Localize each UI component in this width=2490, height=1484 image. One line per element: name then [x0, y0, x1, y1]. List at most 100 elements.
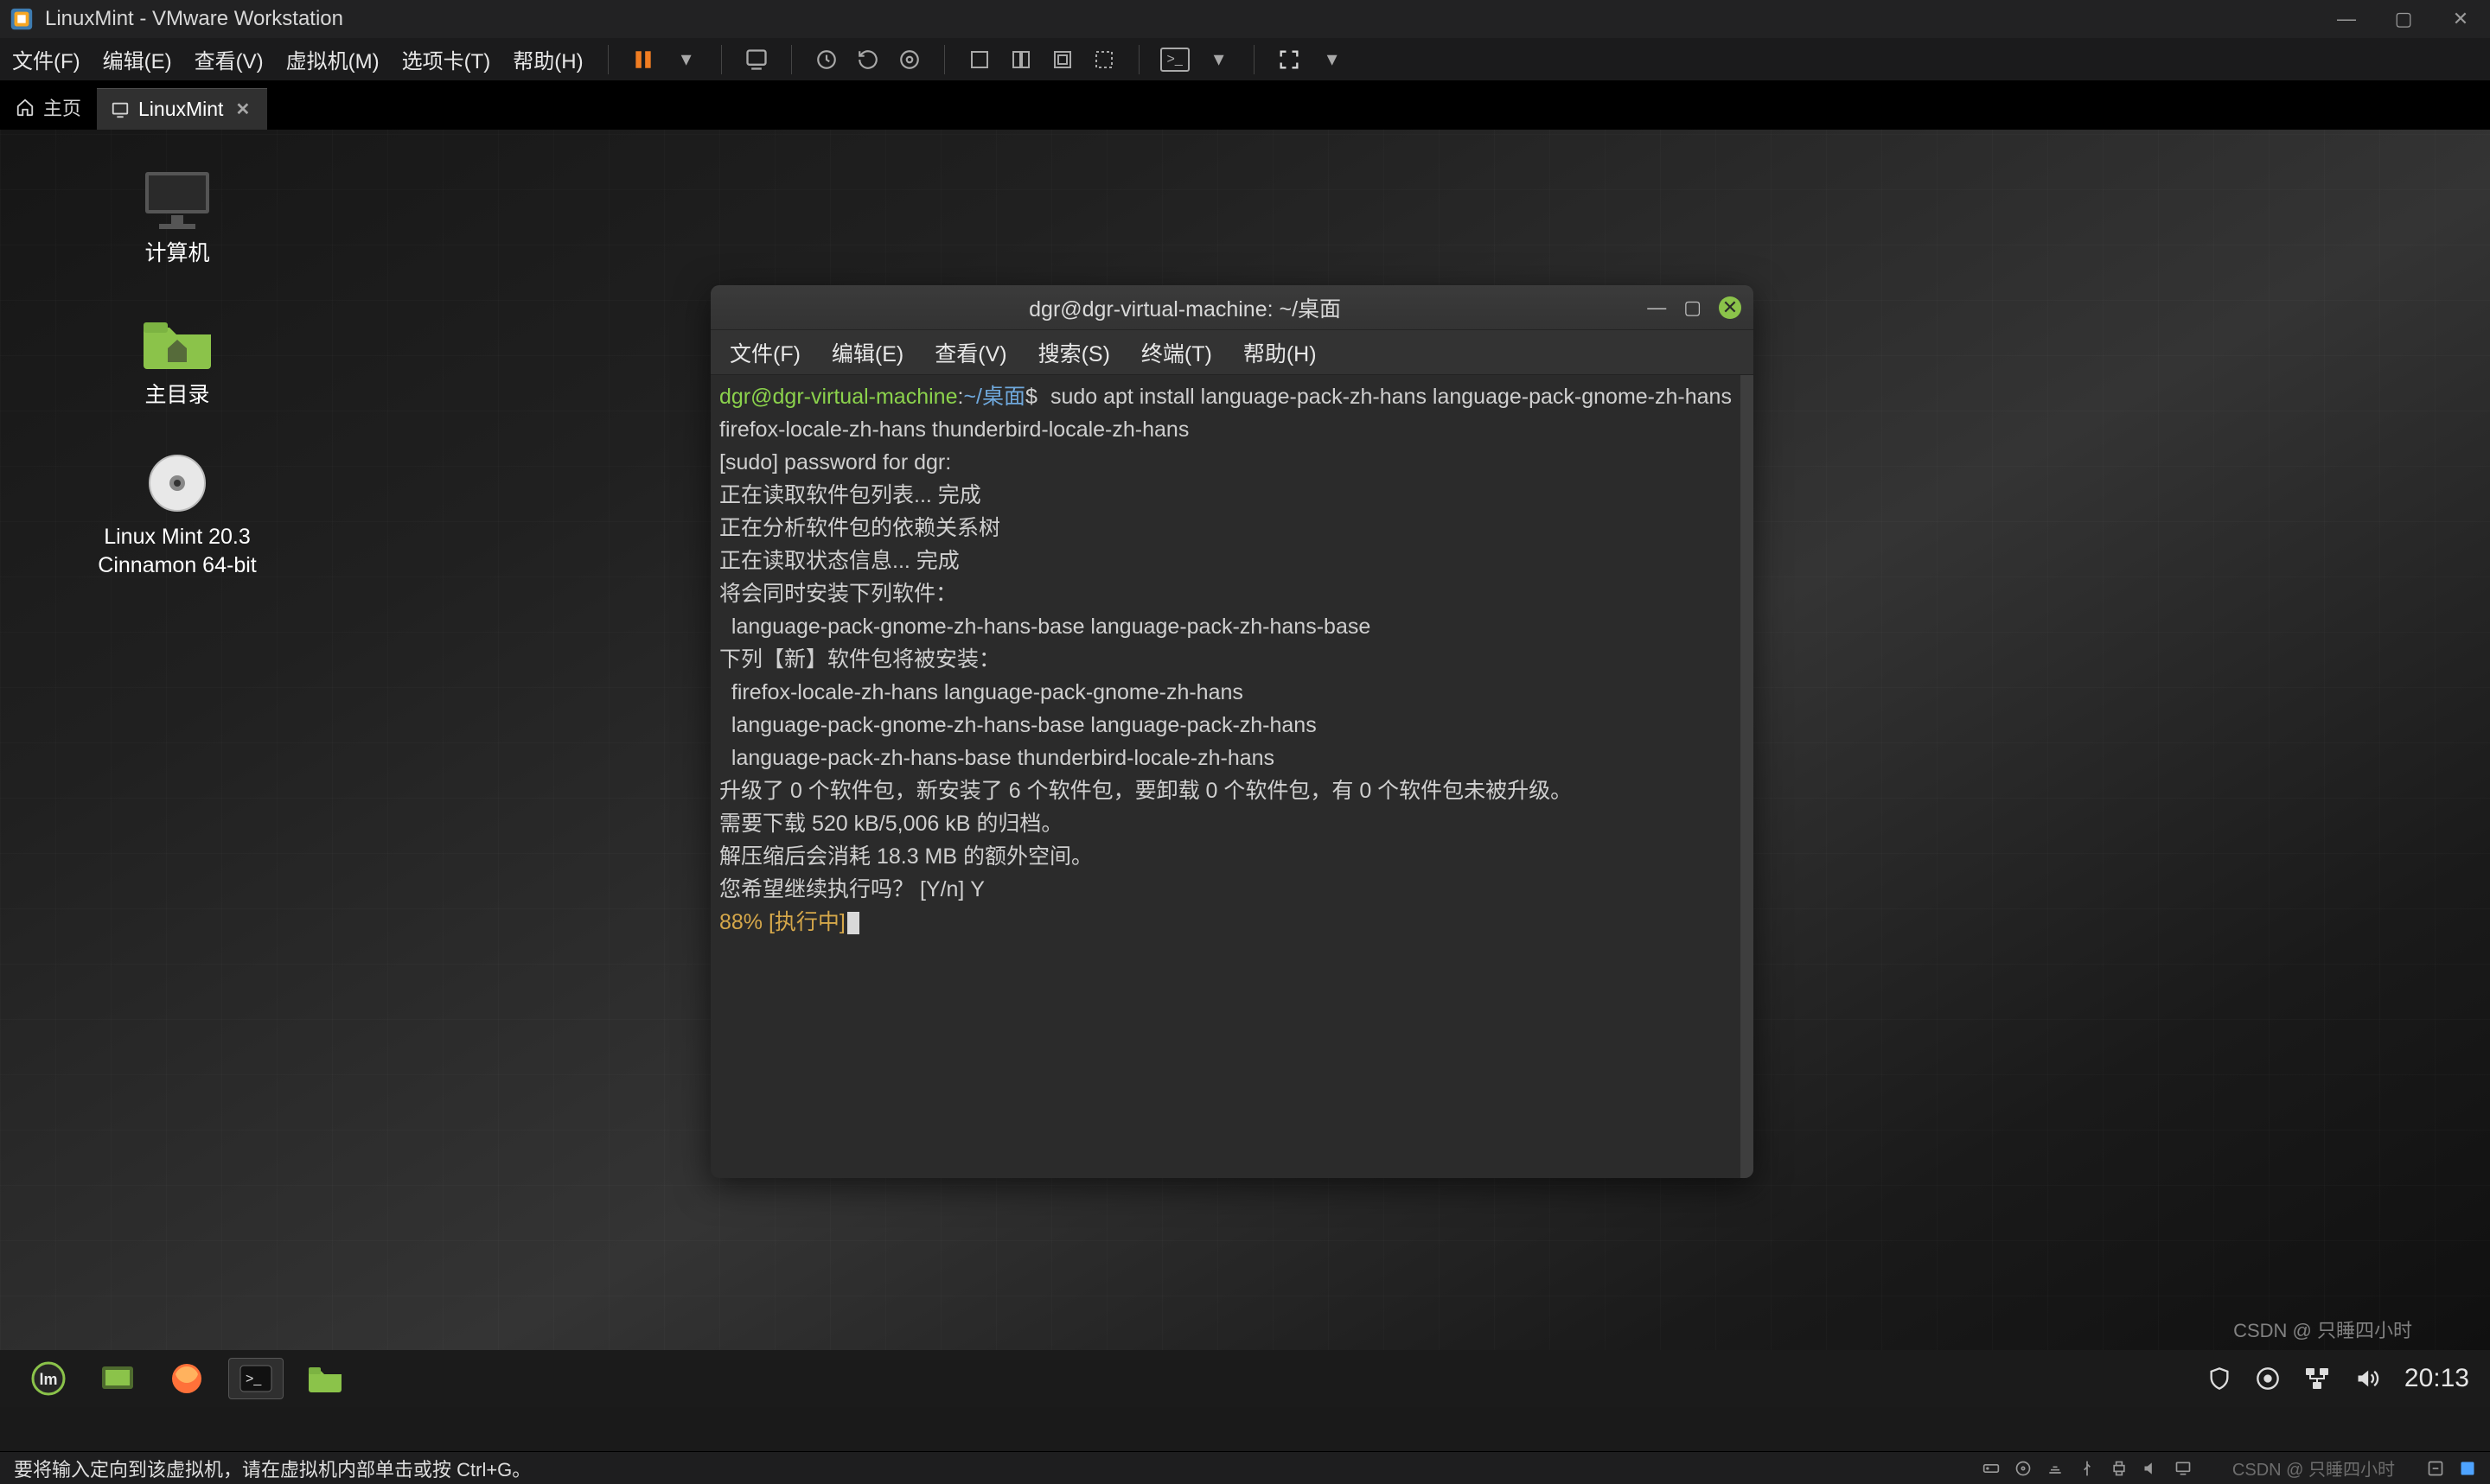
terminal-title: dgr@dgr-virtual-machine: ~/桌面: [723, 292, 1647, 323]
term-line-new-p2: language-pack-gnome-zh-hans-base languag…: [719, 713, 1317, 737]
vm-tab-icon: [111, 100, 130, 119]
vmware-status-watermark: CSDN @ 只睡四小时: [2232, 1455, 2395, 1481]
term-line-extra-pkgs: language-pack-gnome-zh-hans-base languag…: [719, 615, 1370, 639]
term-line-sudo: [sudo] password for dgr:: [719, 450, 951, 474]
menu-help[interactable]: 帮助(H): [509, 42, 586, 76]
tray-clock[interactable]: 20:13: [2404, 1364, 2469, 1393]
term-line-read2: 正在分析软件包的依赖关系树: [719, 516, 1000, 540]
send-cad-icon[interactable]: [743, 46, 770, 73]
term-line-read1: 正在读取软件包列表... 完成: [719, 483, 981, 507]
term-menu-view[interactable]: 查看(V): [935, 337, 1006, 368]
tab-home-label: 主页: [43, 93, 81, 121]
tray-shield-icon[interactable]: [2207, 1366, 2231, 1391]
term-line-upg: 升级了 0 个软件包，新安装了 6 个软件包，要卸载 0 个软件包，有 0 个软…: [719, 779, 1572, 803]
dropdown-icon[interactable]: ▾: [1205, 46, 1233, 73]
panel-show-desktop[interactable]: [90, 1358, 145, 1399]
home-icon: [16, 98, 35, 117]
panel-firefox[interactable]: [159, 1358, 214, 1399]
device-cd-icon[interactable]: [2014, 1460, 2032, 1477]
tab-close-icon[interactable]: ✕: [235, 99, 250, 120]
window-minimize-icon[interactable]: —: [2334, 8, 2359, 30]
menu-edit[interactable]: 编辑(E): [99, 42, 176, 76]
fullscreen-icon[interactable]: [1275, 46, 1303, 73]
term-line-extra-hdr: 将会同时安装下列软件：: [719, 582, 957, 606]
panel-terminal[interactable]: >_: [228, 1358, 284, 1399]
term-line-dl: 需要下载 520 kB/5,006 kB 的归档。: [719, 812, 1063, 836]
window-close-icon[interactable]: ✕: [2448, 8, 2473, 30]
desktop-icon-computer[interactable]: 计算机: [78, 169, 277, 269]
vmware-logo-icon: [9, 6, 35, 32]
separator: [608, 45, 609, 74]
view-multi-icon[interactable]: [1007, 46, 1035, 73]
desktop-icon-iso-label-1: Linux Mint 20.3: [98, 523, 256, 552]
separator: [944, 45, 945, 74]
dropdown-icon[interactable]: ▾: [673, 46, 700, 73]
menu-tabs[interactable]: 选项卡(T): [399, 42, 495, 76]
vmware-titlebar: LinuxMint - VMware Workstation — ▢ ✕: [0, 0, 2490, 38]
status-fullscreen-icon[interactable]: [2459, 1460, 2476, 1477]
term-menu-file[interactable]: 文件(F): [730, 337, 801, 368]
desktop-icon-home[interactable]: 主目录: [78, 310, 277, 411]
window-maximize-icon[interactable]: ▢: [2391, 8, 2416, 30]
tray-volume-icon[interactable]: [2354, 1366, 2380, 1391]
view-stretch-icon[interactable]: [1090, 46, 1118, 73]
terminal-close-icon[interactable]: ✕: [1719, 296, 1741, 319]
folder-home-icon: [138, 310, 216, 373]
term-line-progress: 88% [执行中]: [719, 910, 846, 934]
disc-icon: [138, 452, 216, 514]
dropdown-icon[interactable]: ▾: [1318, 46, 1346, 73]
terminal-maximize-icon[interactable]: ▢: [1683, 296, 1702, 319]
term-menu-edit[interactable]: 编辑(E): [832, 337, 903, 368]
device-network-icon[interactable]: [2046, 1460, 2065, 1477]
terminal-menubar: 文件(F) 编辑(E) 查看(V) 搜索(S) 终端(T) 帮助(H): [711, 330, 1753, 375]
term-menu-term[interactable]: 终端(T): [1141, 337, 1212, 368]
view-single-icon[interactable]: [966, 46, 993, 73]
term-prompt-dollar: $: [1025, 385, 1038, 409]
tab-linuxmint[interactable]: LinuxMint ✕: [97, 88, 267, 130]
vmware-status-message: 要将输入定向到该虚拟机，请在虚拟机内部单击或按 Ctrl+G。: [14, 1455, 1982, 1482]
svg-text:lm: lm: [39, 1371, 57, 1388]
device-display-icon[interactable]: [2174, 1460, 2193, 1477]
device-printer-icon[interactable]: [2110, 1460, 2129, 1477]
pause-icon[interactable]: [629, 46, 657, 73]
panel-files[interactable]: [297, 1358, 353, 1399]
terminal-minimize-icon[interactable]: —: [1647, 296, 1666, 319]
term-menu-search[interactable]: 搜索(S): [1038, 337, 1110, 368]
snapshot-manage-icon[interactable]: [896, 46, 923, 73]
term-menu-help[interactable]: 帮助(H): [1243, 337, 1317, 368]
terminal-window[interactable]: dgr@dgr-virtual-machine: ~/桌面 — ▢ ✕ 文件(F…: [711, 285, 1753, 1178]
device-usb-icon[interactable]: [2078, 1460, 2096, 1477]
separator: [791, 45, 792, 74]
vmware-menubar: 文件(F) 编辑(E) 查看(V) 虚拟机(M) 选项卡(T) 帮助(H) ▾ …: [0, 38, 2490, 81]
term-line-new-p1: firefox-locale-zh-hans language-pack-gno…: [719, 680, 1243, 704]
snapshot-revert-icon[interactable]: [854, 46, 882, 73]
term-line-read3: 正在读取状态信息... 完成: [719, 549, 960, 573]
desktop-icon-computer-label: 计算机: [144, 239, 209, 269]
terminal-titlebar[interactable]: dgr@dgr-virtual-machine: ~/桌面 — ▢ ✕: [711, 285, 1753, 330]
terminal-body[interactable]: dgr@dgr-virtual-machine:~/桌面$ sudo apt i…: [711, 375, 1753, 1178]
menu-file[interactable]: 文件(F): [9, 42, 84, 76]
separator: [1254, 45, 1255, 74]
computer-icon: [138, 169, 216, 231]
tray-network-icon[interactable]: [2304, 1366, 2330, 1391]
console-icon[interactable]: >_: [1160, 48, 1190, 72]
snapshot-icon[interactable]: [813, 46, 840, 73]
svg-text:>_: >_: [246, 1372, 262, 1386]
device-sound-icon[interactable]: [2142, 1460, 2160, 1477]
vmware-status-bar: 要将输入定向到该虚拟机，请在虚拟机内部单击或按 Ctrl+G。 CSDN @ 只…: [0, 1451, 2490, 1484]
desktop-icon-iso-label-2: Cinnamon 64-bit: [98, 551, 256, 581]
view-unity-icon[interactable]: [1049, 46, 1076, 73]
terminal-scrollbar[interactable]: [1740, 375, 1753, 1178]
device-hdd-icon[interactable]: [1982, 1460, 2001, 1477]
desktop-icon-home-label: 主目录: [144, 381, 209, 411]
term-prompt-path: ~/桌面: [963, 385, 1025, 409]
tray-updates-icon[interactable]: [2256, 1366, 2280, 1391]
menu-view[interactable]: 查看(V): [191, 42, 267, 76]
status-io-grab-icon[interactable]: [2426, 1460, 2445, 1477]
tab-vm-label: LinuxMint: [138, 98, 223, 121]
menu-vm[interactable]: 虚拟机(M): [283, 42, 383, 76]
tab-home[interactable]: 主页: [0, 85, 97, 130]
desktop-icon-iso[interactable]: Linux Mint 20.3 Cinnamon 64-bit: [78, 452, 277, 582]
mint-menu-button[interactable]: lm: [21, 1358, 76, 1399]
guest-vm-area[interactable]: 计算机 主目录 Linux Mint 20.3 Cinnamon 64-bit …: [0, 130, 2490, 1407]
